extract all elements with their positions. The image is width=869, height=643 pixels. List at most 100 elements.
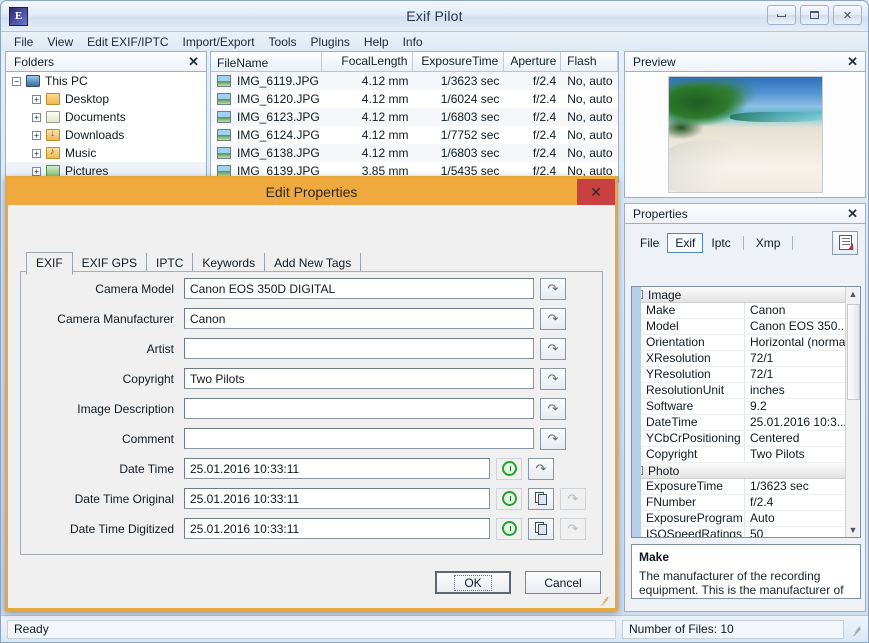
preview-panel-close-icon[interactable]: ✕ [844,54,861,70]
tab-exif[interactable]: Exif [667,232,704,253]
metadata-value: f/2.4 [750,495,774,509]
metadata-table[interactable]: − Image MakeCanon ModelCanon EOS 350... … [631,286,861,538]
date-time-digitized-input[interactable]: 25.01.2016 10:33:11 [184,518,490,539]
collapse-icon[interactable]: − [12,76,21,86]
metadata-row[interactable]: Orientation Horizontal (normal) [641,335,845,351]
undo-arrow-icon: ↷ [547,311,559,326]
undo-copyright-button[interactable]: ↷ [540,367,566,390]
scrollbar-thumb[interactable] [846,304,860,400]
undo-camera-manufacturer-button[interactable]: ↷ [540,307,566,330]
tree-item-downloads[interactable]: + Downloads [6,126,206,144]
collapse-icon[interactable]: − [641,466,643,475]
resize-grip[interactable] [850,622,864,637]
column-header-filename[interactable]: FileName [211,52,322,71]
metadata-row[interactable]: DateTime 25.01.2016 10:3... [641,415,845,431]
close-button[interactable]: ✕ [833,5,862,25]
expand-icon[interactable]: + [32,166,41,176]
file-list[interactable]: FileName FocalLength ExposureTime Apertu… [210,51,619,183]
undo-date-time-button[interactable]: ↷ [528,457,554,480]
expand-icon[interactable]: + [32,112,41,122]
metadata-row[interactable]: ResolutionUnit inches [641,383,845,399]
column-header-flash[interactable]: Flash [561,52,618,71]
undo-image-description-button[interactable]: ↷ [540,397,566,420]
tree-item-this-pc[interactable]: − This PC [6,72,206,90]
table-row[interactable]: IMG_6123.JPG 4.12 mm 1/6803 sec f/2.4 No… [211,108,618,126]
undo-camera-model-button[interactable]: ↷ [540,277,566,300]
table-row[interactable]: IMG_6120.JPG 4.12 mm 1/6024 sec f/2.4 No… [211,90,618,108]
undo-date-time-digitized-button[interactable]: ↷ [560,517,586,540]
cell-aperture: f/2.4 [532,92,557,106]
undo-date-time-original-button[interactable]: ↷ [560,487,586,510]
metadata-row[interactable]: Copyright Two Pilots [641,447,845,463]
metadata-row[interactable]: ExposureTime 1/3623 sec [641,479,845,495]
tree-item-label: Desktop [65,92,110,106]
tree-item-music[interactable]: + Music [6,144,206,162]
metadata-row[interactable]: ExposureProgram Auto [641,511,845,527]
tab-file[interactable]: File [632,233,667,253]
dialog-resize-grip[interactable] [599,593,612,607]
date-time-picker-button[interactable] [496,457,522,480]
menu-info[interactable]: Info [396,34,430,50]
image-description-input[interactable] [184,398,534,419]
minimize-button[interactable] [767,5,796,25]
metadata-row[interactable]: YResolution 72/1 [641,367,845,383]
expand-icon[interactable]: + [32,130,41,140]
table-row[interactable]: IMG_6124.JPG 4.12 mm 1/7752 sec f/2.4 No… [211,126,618,144]
camera-manufacturer-input[interactable]: Canon [184,308,534,329]
menu-import-export[interactable]: Import/Export [176,34,262,50]
undo-comment-button[interactable]: ↷ [540,427,566,450]
collapse-icon[interactable]: − [641,290,643,299]
metadata-row[interactable]: Make Canon [641,303,845,319]
menu-help[interactable]: Help [357,34,396,50]
metadata-group-photo[interactable]: − Photo [641,463,845,479]
properties-panel-close-icon[interactable]: ✕ [844,206,861,222]
table-row[interactable]: IMG_6138.JPG 4.12 mm 1/6803 sec f/2.4 No… [211,144,618,162]
metadata-row[interactable]: XResolution 72/1 [641,351,845,367]
folder-tree[interactable]: − This PC + Desktop + Documents + Downlo… [5,72,207,183]
metadata-row[interactable]: FNumber f/2.4 [641,495,845,511]
field-label: Date Time Original [74,491,174,506]
maximize-button[interactable] [800,5,829,25]
copy-date-time-digitized-button[interactable] [528,517,554,540]
metadata-row[interactable]: ISOSpeedRatings 50 [641,527,845,537]
tab-iptc[interactable]: Iptc [703,233,738,253]
menu-plugins[interactable]: Plugins [304,34,357,50]
tab-exif[interactable]: EXIF [26,252,73,275]
column-header-focallength[interactable]: FocalLength [322,52,414,71]
copy-date-time-original-button[interactable] [528,487,554,510]
tree-item-documents[interactable]: + Documents [6,108,206,126]
comment-input[interactable] [184,428,534,449]
expand-icon[interactable]: + [32,148,41,158]
dialog-close-button[interactable]: ✕ [577,179,615,205]
column-header-aperture[interactable]: Aperture [504,52,562,71]
ok-button[interactable]: OK [435,571,511,594]
dialog-title: Edit Properties [265,184,358,200]
metadata-row[interactable]: YCbCrPositioning Centered [641,431,845,447]
date-time-digitized-picker-button[interactable] [496,517,522,540]
date-time-input[interactable]: 25.01.2016 10:33:11 [184,458,490,479]
copyright-input[interactable]: Two Pilots [184,368,534,389]
menu-view[interactable]: View [40,34,80,50]
camera-model-input[interactable]: Canon EOS 350D DIGITAL [184,278,534,299]
metadata-group-image[interactable]: − Image [641,287,845,303]
edit-metadata-button[interactable] [832,230,858,255]
date-time-original-picker-button[interactable] [496,487,522,510]
metadata-row[interactable]: Software 9.2 [641,399,845,415]
artist-input[interactable] [184,338,534,359]
metadata-scrollbar[interactable]: ▲ ▼ [845,287,860,537]
date-time-original-input[interactable]: 25.01.2016 10:33:11 [184,488,490,509]
menu-tools[interactable]: Tools [262,34,304,50]
undo-artist-button[interactable]: ↷ [540,337,566,360]
cancel-button[interactable]: Cancel [525,571,601,594]
tab-xmp[interactable]: Xmp [748,233,789,253]
menu-edit-exif-iptc[interactable]: Edit EXIF/IPTC [80,34,175,50]
menu-file[interactable]: File [7,34,40,50]
folders-panel-close-icon[interactable]: ✕ [185,54,202,70]
scroll-down-icon[interactable]: ▼ [847,523,860,537]
expand-icon[interactable]: + [32,94,41,104]
scroll-up-icon[interactable]: ▲ [847,287,860,301]
table-row[interactable]: IMG_6119.JPG 4.12 mm 1/3623 sec f/2.4 No… [211,72,618,90]
column-header-exposuretime[interactable]: ExposureTime [413,52,505,71]
metadata-row[interactable]: Model Canon EOS 350... [641,319,845,335]
tree-item-desktop[interactable]: + Desktop [6,90,206,108]
